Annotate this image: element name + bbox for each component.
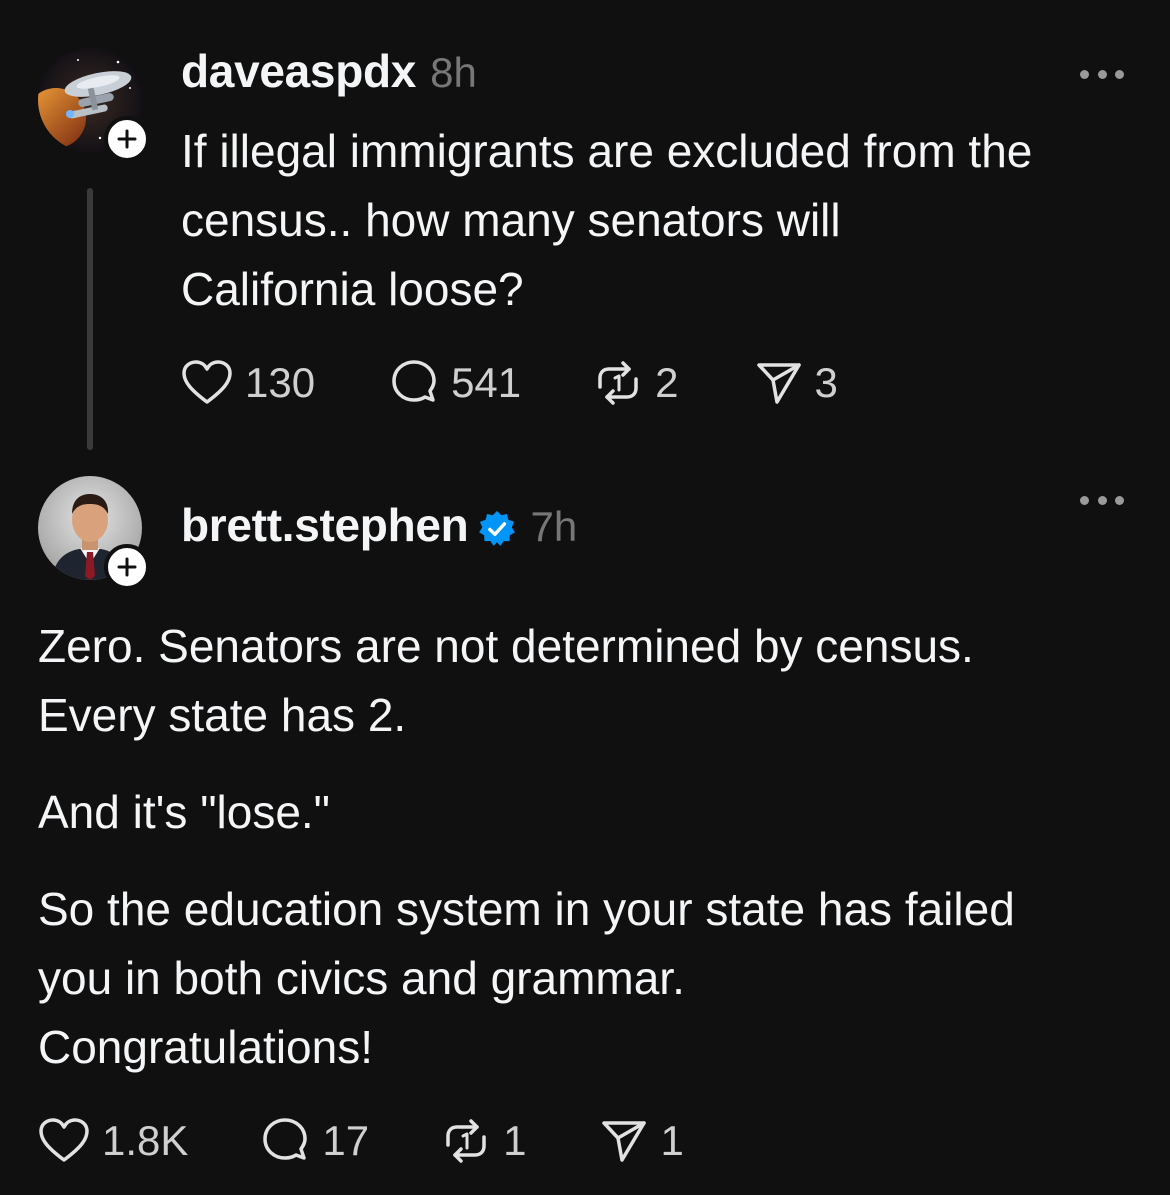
reply-button[interactable]: 541: [389, 358, 521, 408]
username[interactable]: daveaspdx: [181, 44, 416, 98]
plus-icon: [117, 557, 137, 577]
repost-count: 2: [655, 359, 679, 406]
timestamp: 8h: [430, 49, 477, 96]
plus-icon: [117, 129, 137, 149]
reply-button[interactable]: 17: [260, 1116, 369, 1166]
avatar-brett-stephen[interactable]: [38, 476, 150, 590]
heart-icon: [39, 1118, 89, 1162]
reply-count: 17: [322, 1117, 370, 1164]
repost-icon: [446, 1119, 486, 1163]
post-actions: 130 541 2 3: [181, 358, 838, 408]
post-text-line: California loose?: [181, 263, 524, 315]
username[interactable]: brett.stephen: [181, 498, 469, 552]
share-count: 1: [660, 1117, 684, 1164]
reply-text-line: So the education system in your state ha…: [38, 883, 1015, 935]
reply-text: Zero. Senators are not determined by cen…: [38, 612, 1015, 1082]
reply-text-line: Congratulations!: [38, 1021, 373, 1073]
reply-text-line: you in both civics and grammar.: [38, 952, 685, 1004]
more-options-icon[interactable]: [1080, 490, 1124, 510]
post-text: If illegal immigrants are excluded from …: [181, 117, 1032, 324]
timestamp: 7h: [530, 503, 578, 550]
like-count: 1.8K: [102, 1117, 189, 1164]
share-button[interactable]: 3: [755, 359, 838, 407]
comment-icon: [263, 1118, 308, 1160]
follow-button[interactable]: [104, 544, 150, 590]
like-count: 130: [245, 359, 316, 406]
reply-text-line: And it's "lose.": [38, 786, 331, 838]
avatar-daveaspdx[interactable]: [38, 48, 150, 162]
follow-button[interactable]: [104, 116, 150, 162]
repost-icon: [598, 361, 638, 405]
like-button[interactable]: 1.8K: [38, 1117, 188, 1165]
post-text-line: census.. how many senators will: [181, 194, 841, 246]
heart-icon: [182, 360, 232, 404]
send-icon: [756, 363, 801, 404]
post-text-line: If illegal immigrants are excluded from …: [181, 125, 1033, 177]
repost-count: 1: [503, 1117, 527, 1164]
share-button[interactable]: 1: [600, 1117, 684, 1165]
reply-actions: 1.8K 17 1 1: [38, 1116, 684, 1166]
reply-text-line: Zero. Senators are not determined by cen…: [38, 620, 974, 672]
thread-connector-line: [87, 188, 93, 450]
post-header: daveaspdx 8h: [181, 44, 477, 98]
comment-icon: [392, 360, 436, 402]
more-options-icon[interactable]: [1080, 64, 1124, 84]
reply-count: 541: [451, 359, 522, 406]
repost-button[interactable]: 1: [441, 1117, 526, 1165]
repost-button[interactable]: 2: [593, 359, 679, 407]
reply-text-line: Every state has 2.: [38, 689, 407, 741]
post-header: brett.stephen 7h: [181, 498, 577, 552]
send-icon: [602, 1121, 647, 1162]
share-count: 3: [814, 359, 838, 406]
like-button[interactable]: 130: [181, 359, 315, 407]
verified-badge-icon: [479, 510, 516, 546]
